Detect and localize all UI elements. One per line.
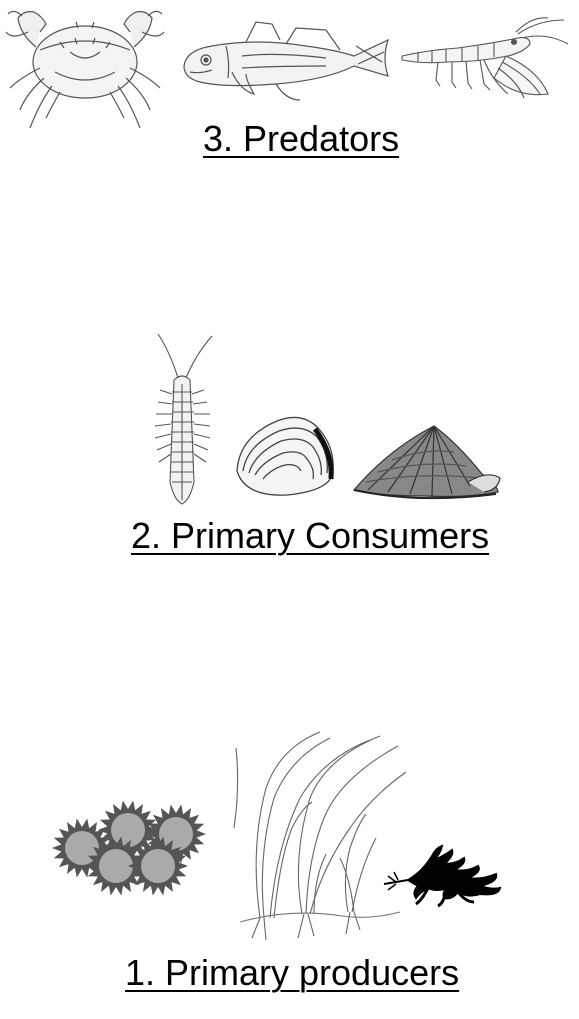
shrimp-illustration xyxy=(401,17,569,99)
seaweed-illustration xyxy=(383,844,502,908)
limpet-illustration xyxy=(352,425,501,500)
clam-illustration xyxy=(236,416,334,496)
primary-producers-label: 1. Primary producers xyxy=(125,952,460,993)
isopod-illustration xyxy=(154,333,213,505)
phytoplankton-illustration xyxy=(52,800,206,896)
seagrass-illustration xyxy=(233,731,407,941)
crab-illustration xyxy=(5,10,165,129)
predators-label: 3. Predators xyxy=(203,118,400,159)
primary-consumers-label: 2. Primary Consumers xyxy=(131,515,490,556)
fish-illustration xyxy=(183,21,390,101)
